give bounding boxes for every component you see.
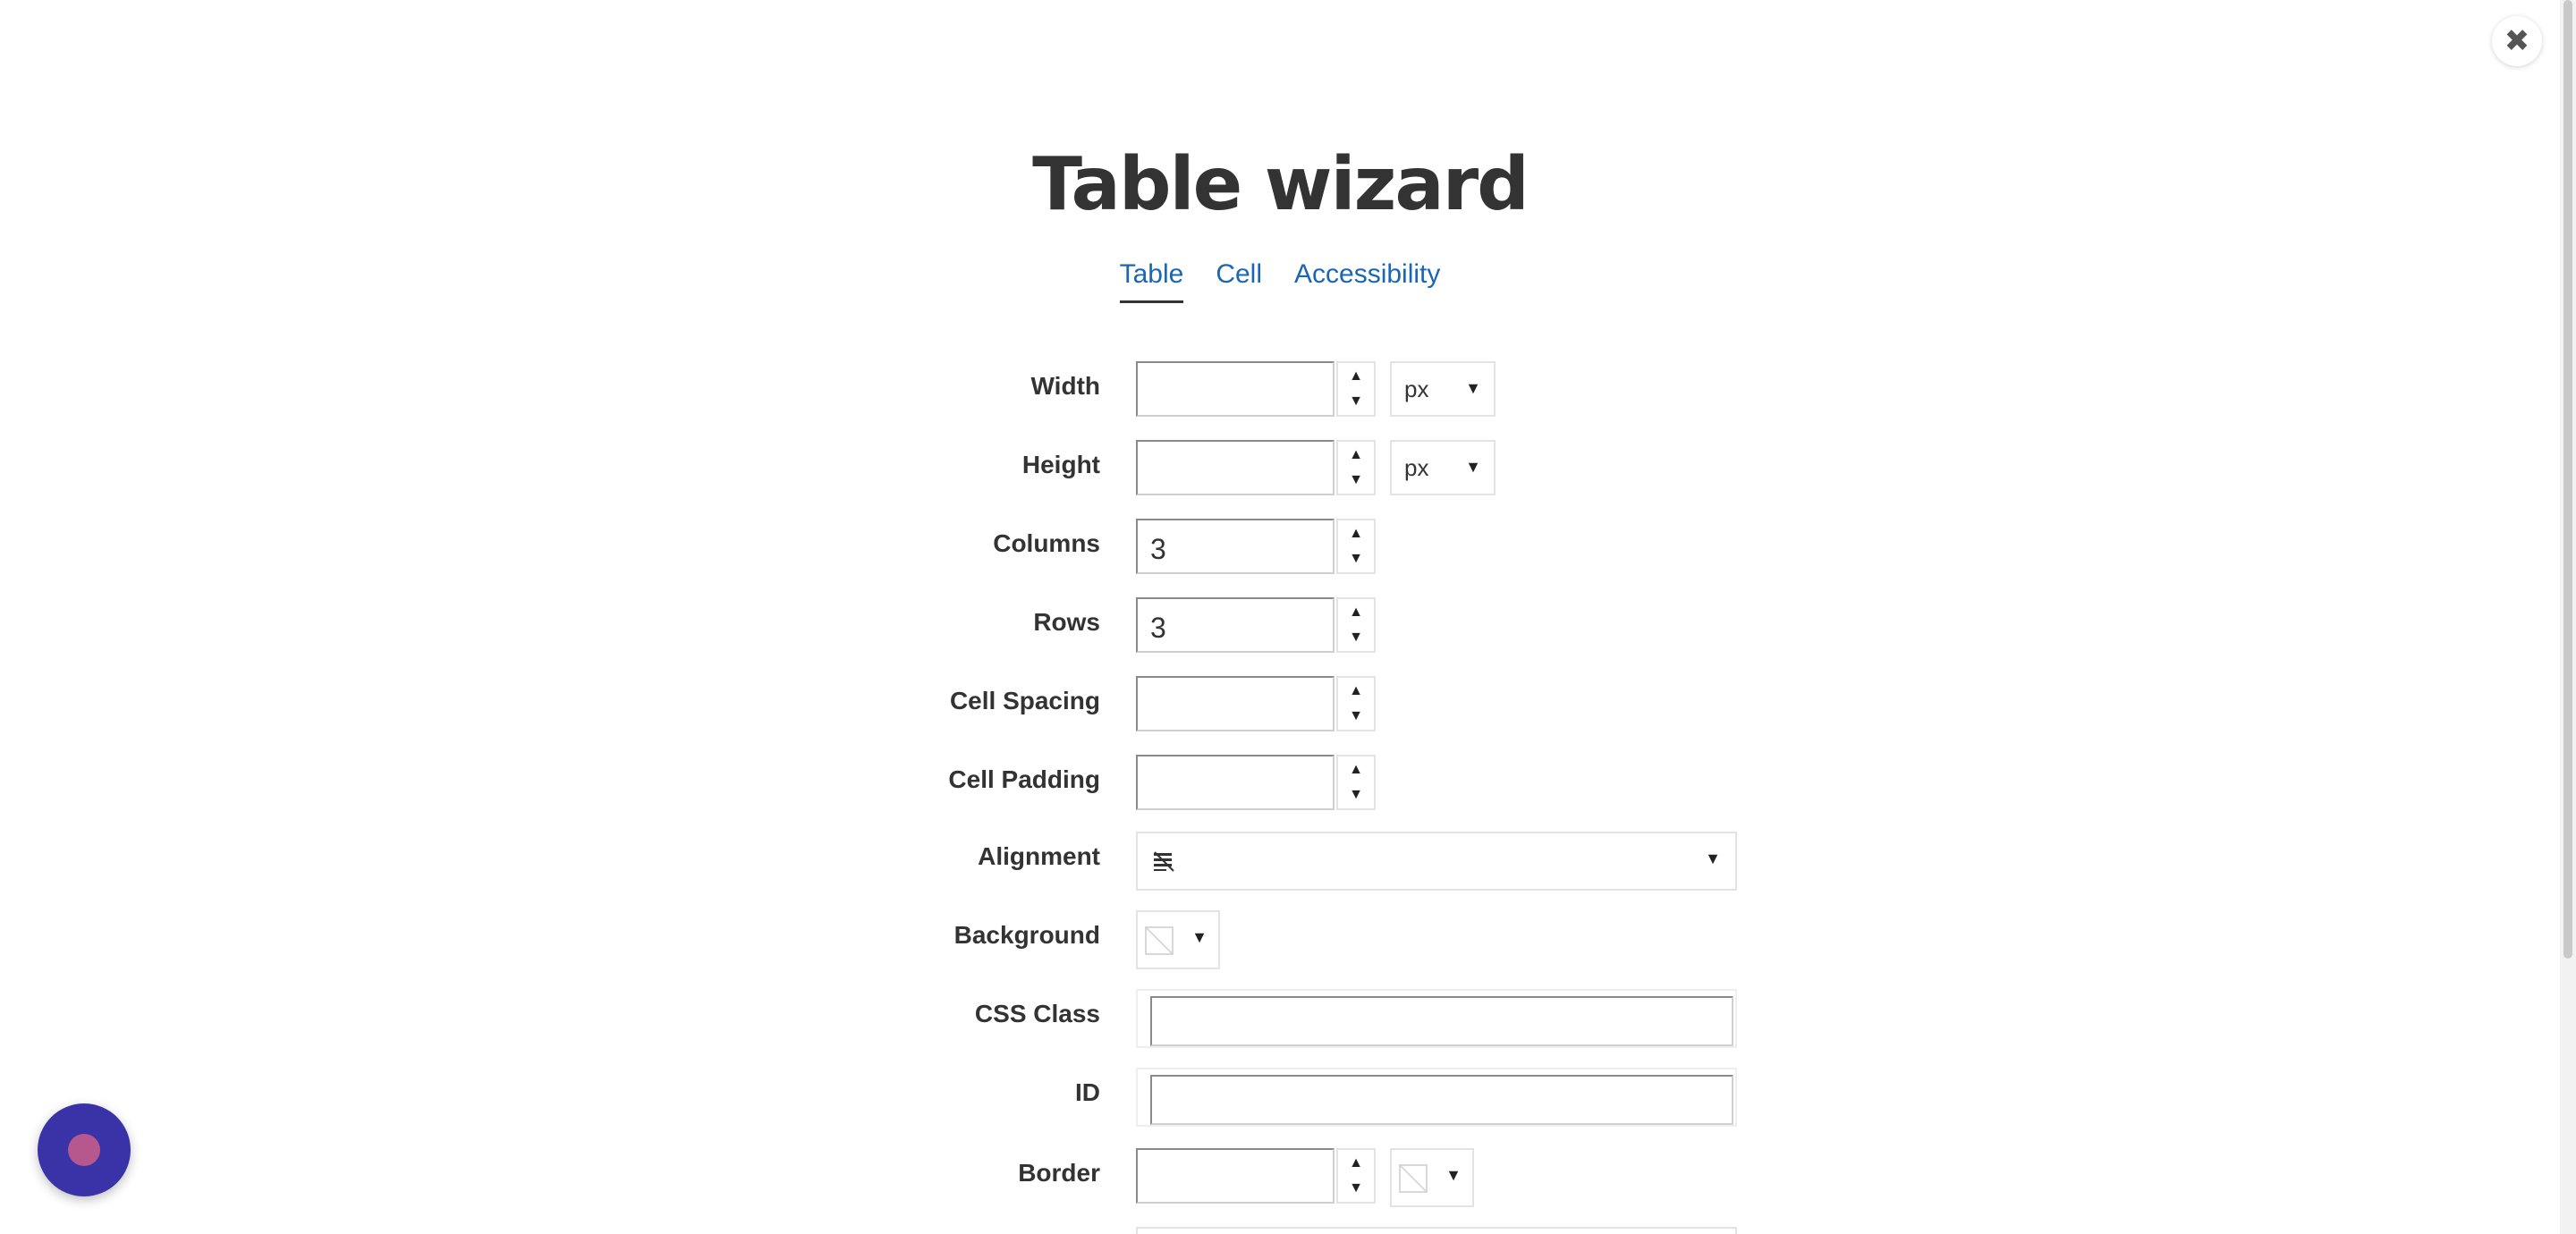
chat-icon bbox=[68, 1134, 100, 1166]
chevron-down-icon: ▼ bbox=[1445, 1166, 1462, 1184]
width-input[interactable] bbox=[1136, 361, 1335, 417]
tab-cell[interactable]: Cell bbox=[1216, 259, 1262, 303]
border-label: Border bbox=[1018, 1159, 1100, 1187]
tab-table[interactable]: Table bbox=[1119, 259, 1184, 303]
alignment-select[interactable]: ▼ bbox=[1136, 832, 1737, 891]
background-label: Background bbox=[953, 921, 1100, 949]
increment-icon[interactable]: ▲ bbox=[1349, 364, 1363, 389]
border-color-picker[interactable]: ▼ bbox=[1390, 1148, 1474, 1207]
height-unit-select[interactable]: px ▼ bbox=[1390, 440, 1496, 495]
id-input[interactable] bbox=[1150, 1075, 1733, 1125]
columns-input[interactable]: 3 bbox=[1136, 519, 1335, 574]
columns-stepper[interactable]: ▲ ▼ bbox=[1336, 519, 1376, 574]
width-unit-value: px bbox=[1404, 376, 1429, 402]
cell-padding-stepper[interactable]: ▲ ▼ bbox=[1336, 755, 1376, 810]
background-color-picker[interactable]: ▼ bbox=[1136, 910, 1220, 969]
decrement-icon[interactable]: ▼ bbox=[1349, 782, 1363, 807]
no-color-icon bbox=[1399, 1164, 1428, 1193]
next-field-peek bbox=[1136, 1227, 1737, 1234]
increment-icon[interactable]: ▲ bbox=[1349, 443, 1363, 468]
height-unit-value: px bbox=[1404, 454, 1429, 481]
height-label: Height bbox=[1021, 451, 1100, 478]
decrement-icon[interactable]: ▼ bbox=[1349, 468, 1363, 493]
cell-spacing-row: Cell Spacing ▲ ▼ bbox=[0, 676, 2576, 735]
page-title: Table wizard bbox=[1032, 142, 1530, 227]
align-none-icon bbox=[1154, 851, 1174, 872]
cell-spacing-input[interactable] bbox=[1136, 676, 1335, 731]
height-row: Height ▲ ▼ px ▼ bbox=[0, 440, 2576, 499]
close-icon: ✖ bbox=[2504, 23, 2530, 59]
increment-icon[interactable]: ▲ bbox=[1349, 600, 1363, 625]
cell-spacing-label: Cell Spacing bbox=[949, 687, 1100, 714]
rows-stepper[interactable]: ▲ ▼ bbox=[1336, 597, 1376, 653]
height-stepper[interactable]: ▲ ▼ bbox=[1336, 440, 1376, 495]
chat-launcher-button[interactable] bbox=[38, 1103, 131, 1196]
css-class-input[interactable] bbox=[1150, 996, 1733, 1046]
id-wrapper bbox=[1136, 1068, 1737, 1127]
increment-icon[interactable]: ▲ bbox=[1349, 757, 1363, 782]
id-label: ID bbox=[1075, 1078, 1100, 1106]
width-stepper[interactable]: ▲ ▼ bbox=[1336, 361, 1376, 417]
css-class-label: CSS Class bbox=[974, 1000, 1100, 1027]
cell-padding-label: Cell Padding bbox=[948, 765, 1100, 793]
border-row: Border ▲ ▼ ▼ bbox=[0, 1148, 2576, 1207]
border-input[interactable] bbox=[1136, 1148, 1335, 1204]
increment-icon[interactable]: ▲ bbox=[1349, 679, 1363, 704]
decrement-icon[interactable]: ▼ bbox=[1349, 625, 1363, 650]
css-class-wrapper bbox=[1136, 989, 1737, 1048]
chevron-down-icon: ▼ bbox=[1465, 458, 1481, 476]
cell-padding-input[interactable] bbox=[1136, 755, 1335, 810]
increment-icon[interactable]: ▲ bbox=[1349, 521, 1363, 546]
rows-row: Rows 3 ▲ ▼ bbox=[0, 597, 2576, 656]
columns-label: Columns bbox=[993, 529, 1100, 557]
chevron-down-icon: ▼ bbox=[1465, 379, 1481, 397]
increment-icon[interactable]: ▲ bbox=[1349, 1151, 1363, 1176]
alignment-row: Alignment ▼ bbox=[0, 832, 2576, 891]
columns-row: Columns 3 ▲ ▼ bbox=[0, 519, 2576, 578]
tab-bar: Table Cell Accessibility bbox=[0, 259, 2560, 303]
close-button[interactable]: ✖ bbox=[2492, 16, 2542, 66]
cell-spacing-stepper[interactable]: ▲ ▼ bbox=[1336, 676, 1376, 731]
alignment-label: Alignment bbox=[978, 842, 1100, 870]
cell-padding-row: Cell Padding ▲ ▼ bbox=[0, 755, 2576, 814]
background-row: Background ▼ bbox=[0, 910, 2576, 969]
width-row: Width ▲ ▼ px ▼ bbox=[0, 361, 2576, 420]
tab-accessibility[interactable]: Accessibility bbox=[1294, 259, 1440, 303]
id-row: ID bbox=[0, 1068, 2576, 1127]
rows-input[interactable]: 3 bbox=[1136, 597, 1335, 653]
no-color-icon bbox=[1145, 926, 1174, 955]
chevron-down-icon: ▼ bbox=[1191, 928, 1208, 946]
border-stepper[interactable]: ▲ ▼ bbox=[1336, 1148, 1376, 1204]
height-input[interactable] bbox=[1136, 440, 1335, 495]
chevron-down-icon: ▼ bbox=[1705, 849, 1721, 867]
decrement-icon[interactable]: ▼ bbox=[1349, 1176, 1363, 1201]
width-unit-select[interactable]: px ▼ bbox=[1390, 361, 1496, 417]
decrement-icon[interactable]: ▼ bbox=[1349, 389, 1363, 414]
decrement-icon[interactable]: ▼ bbox=[1349, 704, 1363, 729]
decrement-icon[interactable]: ▼ bbox=[1349, 546, 1363, 571]
css-class-row: CSS Class bbox=[0, 989, 2576, 1048]
rows-label: Rows bbox=[1033, 608, 1100, 636]
width-label: Width bbox=[1030, 372, 1101, 400]
